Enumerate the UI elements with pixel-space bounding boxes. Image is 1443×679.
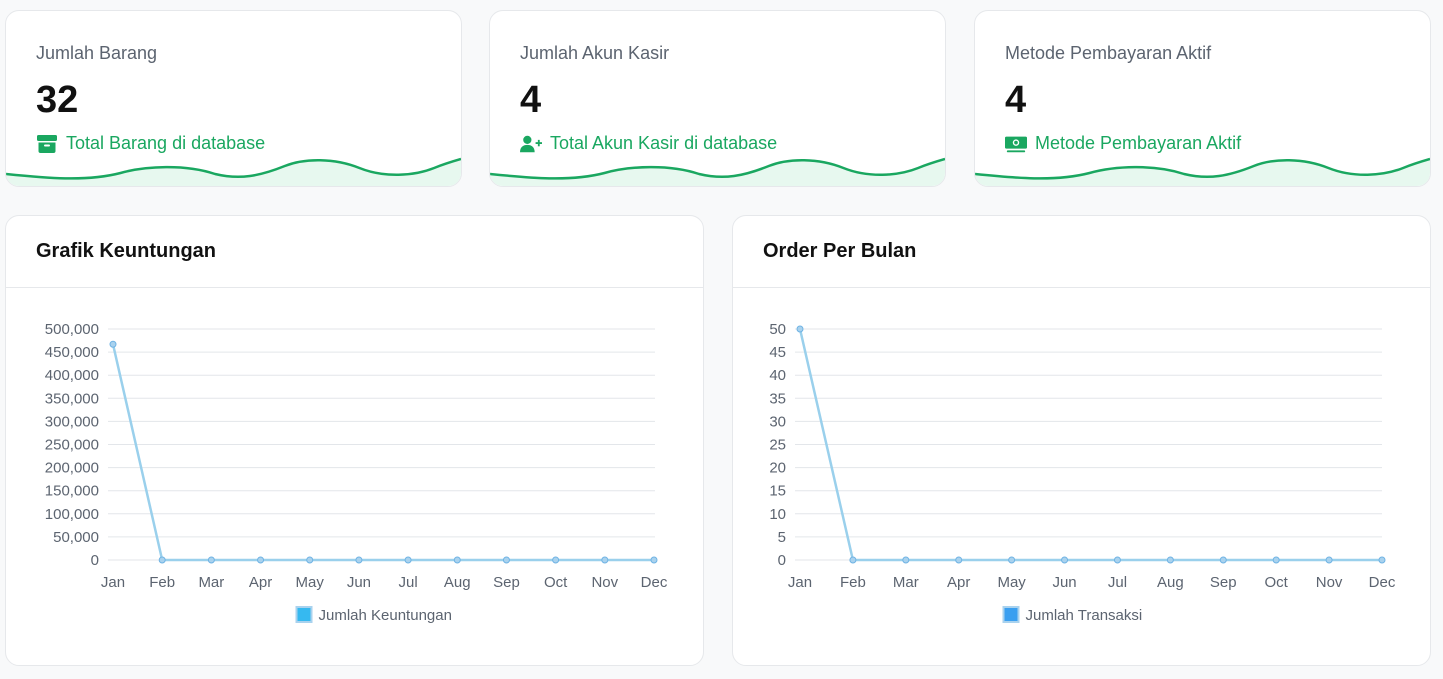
chart-title: Order Per Bulan — [733, 216, 1430, 288]
data-point[interactable] — [207, 556, 215, 564]
legend-label: Jumlah Transaksi — [1026, 607, 1143, 624]
data-point[interactable] — [109, 340, 117, 348]
y-tick-label: 400,000 — [45, 367, 99, 384]
profit-line-chart: 500,000 450,000 400,000 350,000 300,000 250,0… — [45, 321, 668, 624]
x-tick-label: Jan — [101, 574, 125, 591]
data-point[interactable] — [1166, 556, 1174, 564]
y-tick-label: 50 — [769, 321, 786, 338]
stat-value: 32 — [36, 79, 79, 121]
stat-label: Jumlah Akun Kasir — [520, 43, 670, 63]
data-point[interactable] — [601, 556, 609, 564]
chart-title: Grafik Keuntungan — [6, 216, 703, 288]
y-tick-label: 50,000 — [53, 529, 99, 546]
y-tick-label: 30 — [769, 413, 786, 430]
data-point[interactable] — [1378, 556, 1386, 564]
x-tick-label: Jan — [788, 574, 812, 591]
y-tick-label: 45 — [769, 344, 786, 361]
legend-label: Jumlah Keuntungan — [319, 607, 452, 624]
data-point[interactable] — [1272, 556, 1280, 564]
x-tick-label: Jun — [1052, 574, 1076, 591]
x-tick-label: Mar — [198, 574, 224, 591]
x-tick-label: Oct — [1265, 574, 1289, 591]
x-tick-label: Jul — [398, 574, 417, 591]
y-tick-label: 10 — [769, 506, 786, 523]
y-tick-label: 40 — [769, 367, 786, 384]
x-tick-label: Feb — [840, 574, 866, 591]
x-tick-label: Aug — [444, 574, 471, 591]
y-tick-label: 0 — [91, 552, 99, 569]
data-point[interactable] — [404, 556, 412, 564]
data-point[interactable] — [355, 556, 363, 564]
data-point[interactable] — [502, 556, 510, 564]
x-tick-label: Sep — [493, 574, 520, 591]
x-tick-label: Oct — [544, 574, 568, 591]
x-tick-label: Dec — [1369, 574, 1396, 591]
orders-line-chart: 50454035302520151050Jan Feb Mar Apr May Jun Ju… — [769, 321, 1396, 624]
x-tick-label: Feb — [149, 574, 175, 591]
y-tick-label: 350,000 — [45, 390, 99, 407]
decorative-wave — [6, 157, 461, 186]
data-point[interactable] — [552, 556, 560, 564]
x-tick-label: Nov — [591, 574, 618, 591]
y-tick-label: 20 — [769, 460, 786, 477]
chart-card-keuntungan: Grafik Keuntungan 500,000 450,000 400,000 3… — [5, 215, 704, 666]
y-tick-label: 500,000 — [45, 321, 99, 338]
stat-card-jumlah-barang: Jumlah Barang 32 Total Barang di databas… — [5, 10, 462, 187]
data-point[interactable] — [158, 556, 166, 564]
data-point[interactable] — [849, 556, 857, 564]
x-tick-label: Jul — [1108, 574, 1127, 591]
data-point[interactable] — [955, 556, 963, 564]
data-point[interactable] — [1061, 556, 1069, 564]
series-line — [111, 343, 654, 562]
data-point[interactable] — [1113, 556, 1121, 564]
stat-label: Jumlah Barang — [36, 43, 158, 63]
y-tick-label: 25 — [769, 437, 786, 454]
y-tick-label: 0 — [778, 552, 786, 569]
data-point[interactable] — [796, 325, 804, 333]
stat-card-metode-pembayaran: Metode Pembayaran Aktif 4 Metode Pembaya… — [974, 10, 1431, 187]
data-point[interactable] — [650, 556, 658, 564]
x-tick-label: Jun — [347, 574, 371, 591]
data-point[interactable] — [902, 556, 910, 564]
x-tick-label: Nov — [1316, 574, 1343, 591]
x-tick-label: Apr — [947, 574, 970, 591]
data-point[interactable] — [257, 556, 265, 564]
legend[interactable]: Jumlah Keuntungan — [295, 606, 452, 624]
stat-label: Metode Pembayaran Aktif — [1005, 43, 1212, 63]
x-tick-label: Sep — [1210, 574, 1237, 591]
x-tick-label: May — [296, 574, 325, 591]
x-tick-label: Aug — [1157, 574, 1184, 591]
data-point[interactable] — [306, 556, 314, 564]
stat-value: 4 — [1005, 79, 1027, 121]
x-tick-label: Dec — [641, 574, 668, 591]
y-tick-label: 35 — [769, 390, 786, 407]
decorative-wave — [490, 157, 945, 186]
y-tick-label: 100,000 — [45, 506, 99, 523]
legend-swatch — [1002, 606, 1020, 623]
y-tick-label: 200,000 — [45, 460, 99, 477]
y-tick-label: 5 — [778, 529, 786, 546]
y-tick-label: 250,000 — [45, 437, 99, 454]
x-tick-label: May — [997, 574, 1026, 591]
data-point[interactable] — [1008, 556, 1016, 564]
data-point[interactable] — [1219, 556, 1227, 564]
y-tick-label: 300,000 — [45, 413, 99, 430]
decorative-wave — [975, 157, 1430, 186]
y-tick-label: 150,000 — [45, 483, 99, 500]
chart-card-order: Order Per Bulan 50 45 40 35 30 25 20 15 10 5 0 Jan F… — [732, 215, 1431, 666]
data-point[interactable] — [453, 556, 461, 564]
x-tick-label: Apr — [249, 574, 272, 591]
y-tick-label: 450,000 — [45, 344, 99, 361]
stat-card-jumlah-akun-kasir: Jumlah Akun Kasir 4 Total Akun Kasir di … — [489, 10, 946, 187]
legend-swatch — [295, 606, 313, 623]
stat-value: 4 — [520, 79, 542, 121]
data-point[interactable] — [1325, 556, 1333, 564]
x-tick-label: Mar — [893, 574, 919, 591]
legend[interactable]: Jumlah Transaksi — [1002, 606, 1143, 624]
y-tick-label: 15 — [769, 483, 786, 500]
